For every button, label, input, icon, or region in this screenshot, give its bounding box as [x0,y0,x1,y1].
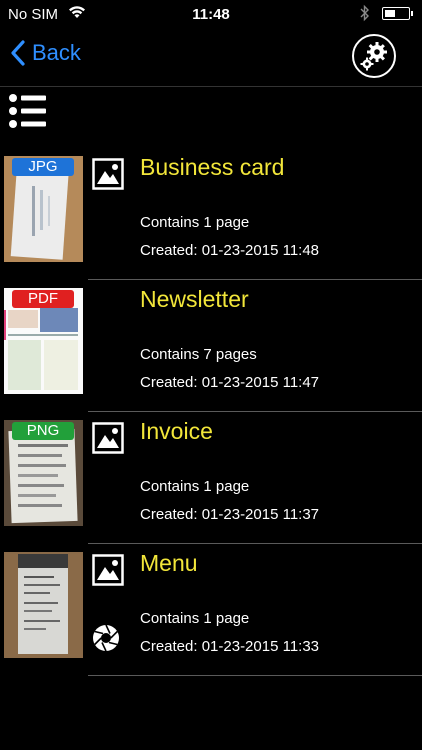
row-divider [88,411,422,412]
created-date: Created: 01-23-2015 11:47 [140,374,320,391]
list-view-button[interactable] [8,92,48,132]
bluetooth-icon [360,4,370,26]
page-count: Contains 7 pages [140,346,257,363]
chevron-left-icon [11,40,25,66]
created-date: Created: 01-23-2015 11:33 [140,638,320,655]
page-count: Contains 1 page [140,478,250,495]
document-thumbnail [4,552,83,658]
back-button[interactable]: Back [10,40,81,66]
back-label: Back [32,40,81,65]
document-title: Invoice [140,418,213,444]
row-divider [88,675,422,676]
document-title: Business card [140,154,285,180]
created-date: Created: 01-23-2015 11:37 [140,506,320,523]
battery-icon [382,7,413,20]
document-row-business-card[interactable]: JPG Business card Contains 1 page Create… [0,154,422,288]
page-count: Contains 1 page [140,214,250,231]
image-icon [92,422,124,454]
document-title: Menu [140,550,198,576]
document-row-menu[interactable]: Menu Contains 1 page Created: 01-23-2015… [0,550,422,684]
gears-icon [360,42,387,71]
aperture-icon [92,624,120,652]
clock: 11:48 [192,6,230,23]
created-date: Created: 01-23-2015 11:48 [140,242,320,259]
list-icon [9,94,46,128]
document-thumbnail: JPG [4,156,83,262]
document-title: Newsletter [140,286,249,312]
row-divider [88,543,422,544]
page-count: Contains 1 page [140,610,250,627]
image-icon [92,158,124,190]
file-type-badge: JPG [12,158,74,176]
document-thumbnail: PNG [4,420,83,526]
navigation-bar: Back [0,28,422,87]
row-divider [88,279,422,280]
file-type-badge: PDF [12,290,74,308]
image-icon [92,554,124,586]
status-bar: No SIM 11:48 [0,0,422,28]
document-row-newsletter[interactable]: PDF Newsletter Contains 7 pages Created:… [0,286,422,420]
document-row-invoice[interactable]: PNG Invoice Contains 1 page Created: 01-… [0,418,422,552]
file-type-badge: PNG [12,422,74,440]
settings-button[interactable] [352,34,396,78]
document-thumbnail: PDF [4,288,83,394]
